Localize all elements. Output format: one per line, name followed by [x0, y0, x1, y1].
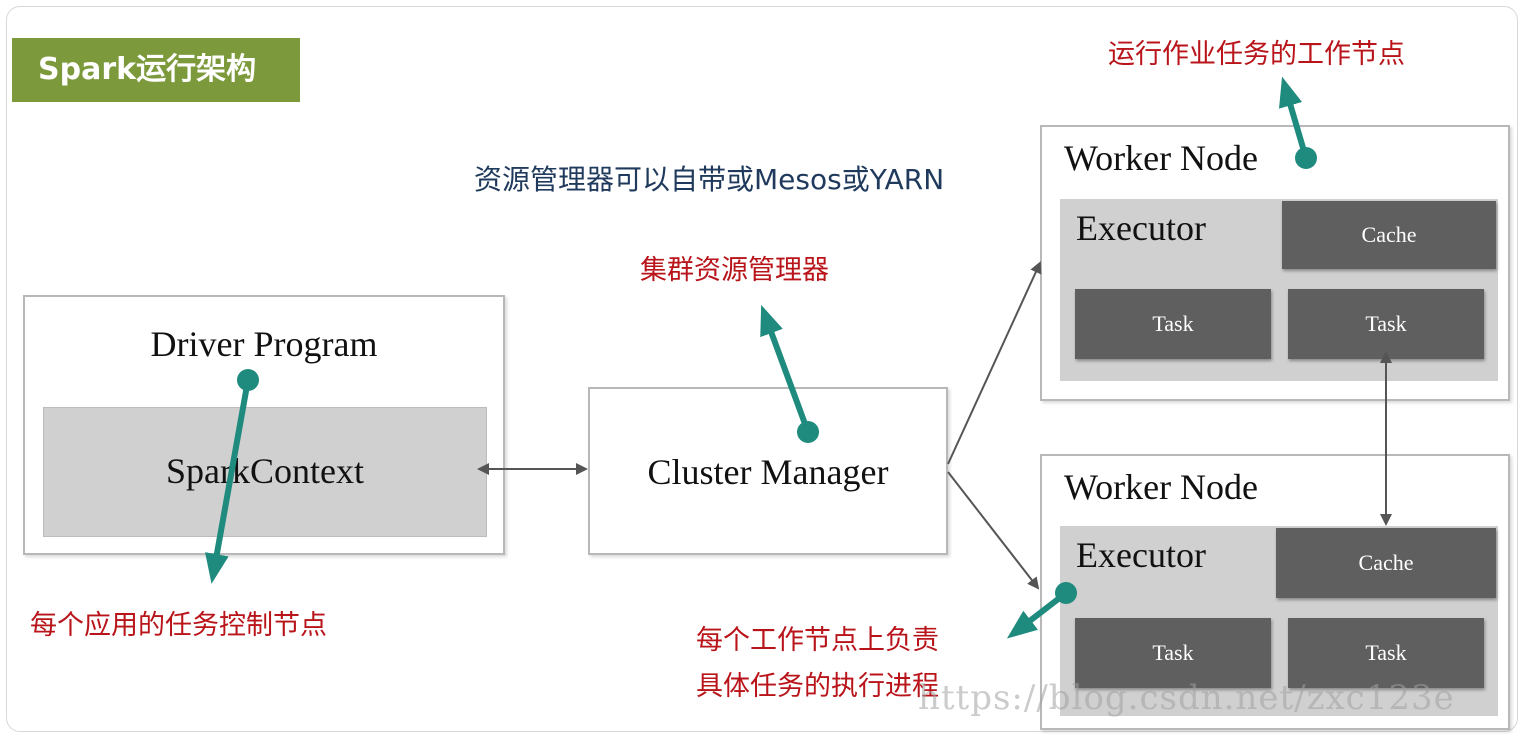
watermark-text: https://blog.csdn.net/zxc123e — [918, 678, 1455, 718]
connector-overlay — [205, 76, 1392, 639]
cluster-worker2-link — [947, 471, 1040, 590]
driver-pointer — [205, 369, 259, 584]
cluster-worker1-link — [947, 261, 1042, 465]
executor-pointer — [1006, 582, 1077, 639]
worker-pointer — [1279, 76, 1317, 169]
cluster-pointer — [760, 304, 819, 443]
